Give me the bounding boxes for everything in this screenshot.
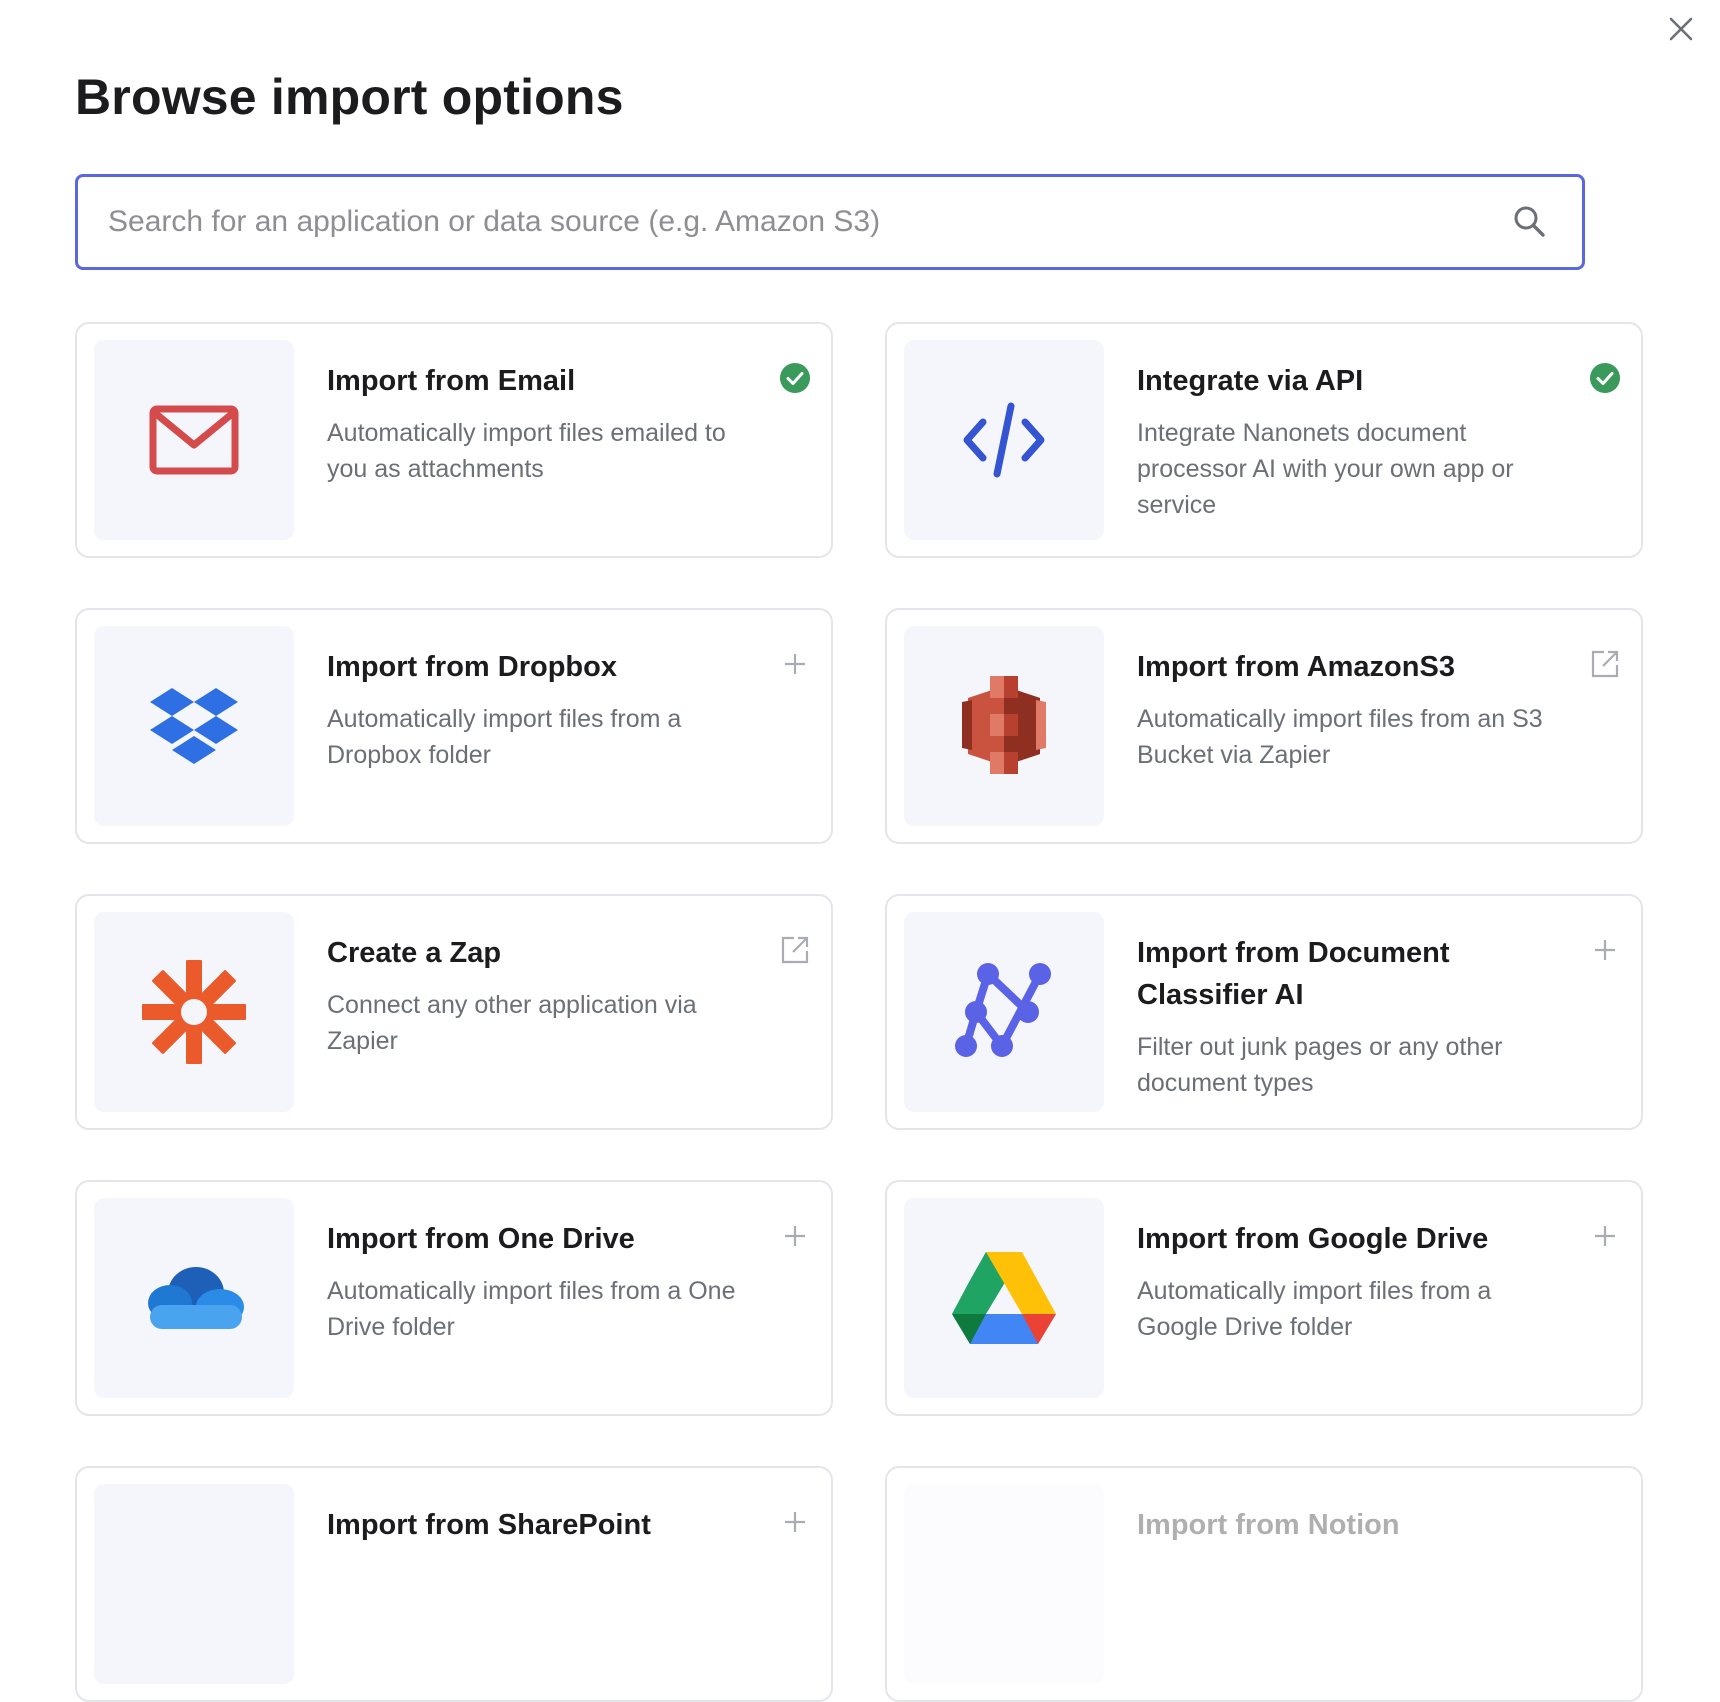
option-description: Automatically import files from a Dropbo… [327,705,682,769]
gmail-icon [94,340,294,540]
enabled-check-icon [775,358,815,398]
option-card-dropbox[interactable]: Import from Dropbox Automatically import… [75,608,833,844]
option-card-api[interactable]: Integrate via API Integrate Nanonets doc… [885,322,1643,558]
search-box [75,174,1585,270]
option-card-amazon-s3[interactable]: Import from AmazonS3 Automatically impor… [885,608,1643,844]
option-title: Import from AmazonS3 [1137,651,1455,683]
external-link-icon[interactable] [1585,644,1625,684]
amazon-s3-icon [904,626,1104,826]
option-description: Integrate Nanonets document processor AI… [1137,419,1514,519]
option-title: Import from Google Drive [1137,1223,1489,1255]
option-title: Integrate via API [1137,365,1364,397]
option-description: Automatically import files emailed to yo… [327,419,726,483]
option-description: Automatically import files from an S3 Bu… [1137,705,1543,769]
option-description: Connect any other application via Zapier [327,991,697,1055]
plus-icon[interactable] [775,1216,815,1256]
classifier-icon [904,912,1104,1112]
option-title: Create a Zap [327,937,502,969]
option-title: Import from One Drive [327,1223,635,1255]
option-title: Import from Document Classifier AI [1137,937,1450,1011]
page-title: Browse import options [75,69,624,125]
code-icon [904,340,1104,540]
option-description: Automatically import files from a Google… [1137,1277,1492,1341]
close-button[interactable] [1662,10,1700,48]
option-description: Automatically import files from a One Dr… [327,1277,736,1341]
plus-icon[interactable] [775,1502,815,1542]
plus-icon[interactable] [1585,930,1625,970]
option-title: Import from SharePoint [327,1509,651,1541]
zapier-icon [94,912,294,1112]
onedrive-icon [94,1198,294,1398]
dropbox-icon [94,626,294,826]
sharepoint-icon [94,1484,294,1684]
close-icon [1669,17,1693,41]
search-icon[interactable] [1500,192,1560,252]
option-card-sharepoint[interactable]: Import from SharePoint [75,1466,833,1702]
enabled-check-icon [1585,358,1625,398]
plus-icon[interactable] [775,644,815,684]
option-card-google-drive[interactable]: Import from Google Drive Automatically i… [885,1180,1643,1416]
option-card-notion[interactable]: Import from Notion [885,1466,1643,1702]
option-title: Import from Email [327,365,576,397]
google-drive-icon [904,1198,1104,1398]
option-title: Import from Notion [1137,1509,1400,1541]
option-card-document-classifier[interactable]: Import from Document Classifier AI Filte… [885,894,1643,1130]
option-title: Import from Dropbox [327,651,617,683]
notion-icon [904,1484,1104,1684]
search-input[interactable] [78,177,1500,267]
option-description: Filter out junk pages or any other docum… [1137,1033,1503,1097]
external-link-icon[interactable] [775,930,815,970]
option-card-zapier[interactable]: Create a Zap Connect any other applicati… [75,894,833,1130]
option-card-onedrive[interactable]: Import from One Drive Automatically impo… [75,1180,833,1416]
plus-icon[interactable] [1585,1216,1625,1256]
option-card-email[interactable]: Import from Email Automatically import f… [75,322,833,558]
